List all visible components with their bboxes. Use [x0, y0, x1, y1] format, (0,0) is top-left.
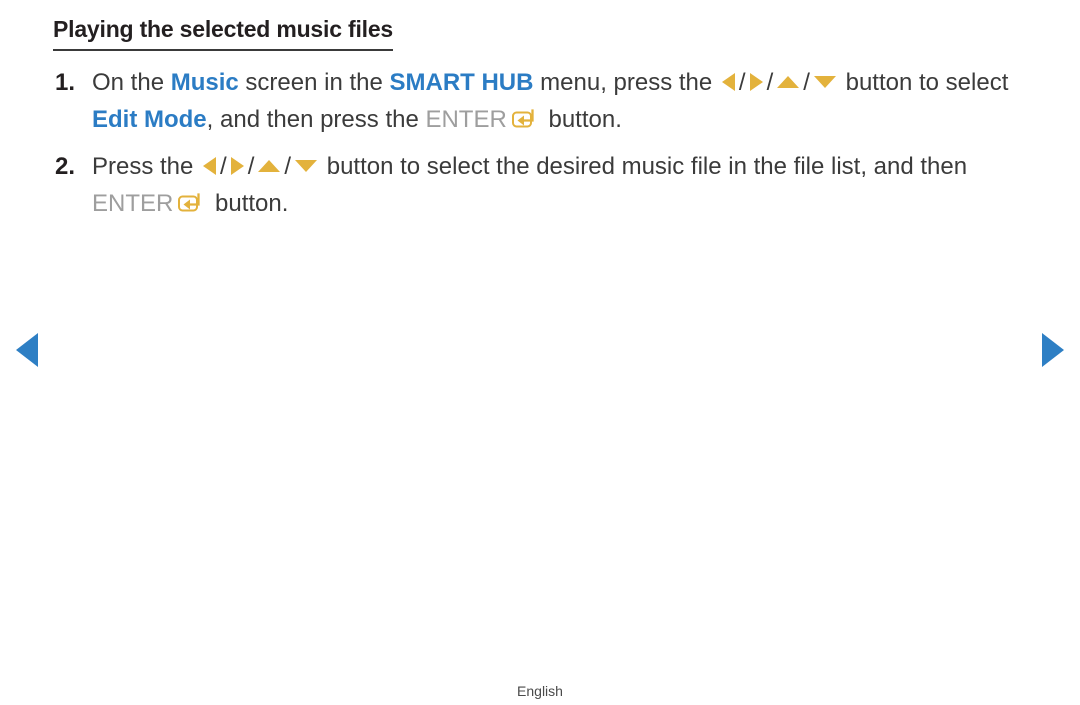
keyword-music: Music [170, 69, 239, 96]
step-text-fragment: button. [541, 106, 622, 133]
instruction-step-2: 2. Press the / / / button to select the de… [55, 148, 1020, 222]
icon-separator: / [284, 153, 292, 180]
chevron-right-icon [1042, 333, 1064, 367]
step-text-fragment: button to select [838, 69, 1009, 96]
instruction-steps: 1. On the Music screen in the SMART HUB … [55, 64, 1020, 232]
step-text-fragment: On the [92, 69, 171, 96]
next-page-button[interactable] [1042, 333, 1064, 367]
enter-key-icon [178, 193, 204, 213]
previous-page-button[interactable] [16, 333, 38, 367]
step-text: On the Music screen in the SMART HUB men… [92, 69, 1008, 133]
enter-key-icon [511, 109, 538, 129]
enter-button-label: ENTER [425, 106, 507, 133]
step-number: 1. [55, 69, 76, 96]
arrow-left-icon [721, 72, 735, 91]
arrow-up-icon [777, 75, 800, 88]
arrow-left-icon [203, 156, 217, 175]
step-number: 2. [55, 153, 76, 180]
arrow-down-icon [813, 75, 836, 88]
step-text-fragment: Press the [92, 153, 201, 180]
enter-button-label: ENTER [92, 190, 174, 217]
icon-separator: / [766, 69, 774, 96]
step-text-fragment: button to select the desired music file … [320, 153, 968, 180]
step-text-fragment: , and then press the [206, 106, 426, 133]
step-text-fragment: menu, press the [533, 69, 719, 96]
keyword-edit-mode: Edit Mode [92, 106, 207, 133]
arrow-right-icon [230, 156, 244, 175]
icon-separator: / [738, 69, 746, 96]
page-title: Playing the selected music files [53, 16, 393, 51]
icon-separator: / [220, 153, 227, 180]
arrow-up-icon [258, 159, 281, 172]
arrow-right-icon [749, 72, 763, 91]
step-text: Press the / / / button to select the desir… [92, 153, 967, 217]
step-text-fragment: button. [208, 190, 289, 217]
step-text-fragment: screen in the [238, 69, 390, 96]
instruction-step-1: 1. On the Music screen in the SMART HUB … [55, 64, 1020, 138]
footer-language-label: English [517, 683, 563, 699]
icon-separator: / [247, 153, 255, 180]
arrow-down-icon [295, 159, 318, 172]
keyword-smart-hub: SMART HUB [389, 69, 534, 96]
chevron-left-icon [16, 333, 38, 367]
icon-separator: / [803, 69, 810, 96]
